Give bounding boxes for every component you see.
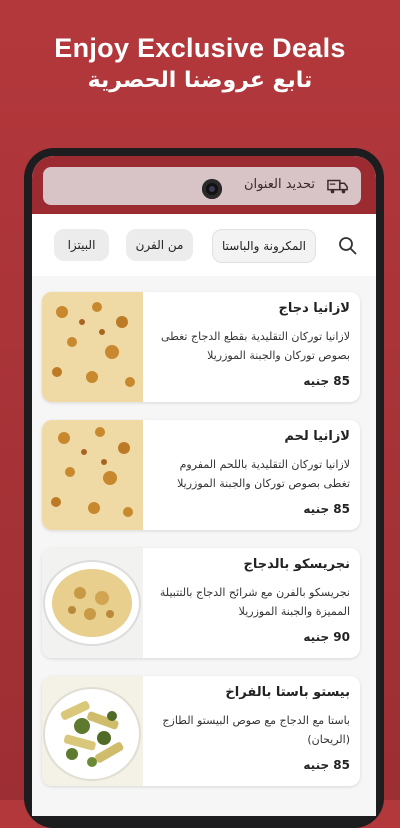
item-description: باستا مع الدجاج مع صوص البيستو الطازج (ا… — [162, 714, 350, 746]
menu-item-card[interactable]: نجريسكو بالدجاج نجريسكو بالفرن مع شرائح … — [42, 548, 360, 658]
category-tabs: المكرونة والباستا من الفرن البيتزا — [32, 214, 376, 276]
app-screen: تحديد العنوان المكرونة والباستا من الفرن… — [32, 156, 376, 816]
chicken-lasagna-image — [42, 292, 143, 402]
item-description: نجريسكو بالفرن مع شرائح الدجاج بالتتبيلة… — [159, 586, 350, 618]
tab-oven[interactable]: من الفرن — [126, 229, 193, 261]
front-camera — [202, 179, 222, 199]
item-description: لازانيا توركان التقليدية باللحم المفروم … — [177, 458, 350, 490]
tab-pasta[interactable]: المكرونة والباستا — [212, 229, 316, 263]
item-title: لازانيا لحم — [284, 429, 350, 444]
item-price: 85 جنيه — [303, 758, 350, 772]
promo-headline-ar: تابع عروضنا الحصرية — [87, 68, 313, 93]
menu-item-card[interactable]: بيستو باستا بالفراخ باستا مع الدجاج مع ص… — [42, 676, 360, 786]
search-icon[interactable] — [338, 236, 358, 256]
item-title: لازانيا دجاج — [278, 301, 350, 316]
item-price: 90 جنيه — [303, 630, 350, 644]
item-description: لازانيا توركان التقليدية بقطع الدجاج تغط… — [160, 330, 350, 362]
item-title: بيستو باستا بالفراخ — [225, 685, 350, 700]
app-header: تحديد العنوان — [32, 156, 376, 214]
item-price: 85 جنيه — [303, 374, 350, 388]
item-price: 85 جنيه — [303, 502, 350, 516]
beef-lasagna-image — [42, 420, 143, 530]
tab-pizza[interactable]: البيتزا — [54, 229, 109, 261]
address-label: تحديد العنوان — [243, 177, 315, 192]
delivery-truck-icon — [327, 179, 348, 194]
item-title: نجريسكو بالدجاج — [243, 557, 350, 572]
promo-headline-en: Enjoy Exclusive Deals — [54, 33, 346, 63]
negresco-chicken-image — [42, 548, 143, 658]
pesto-pasta-image — [42, 676, 143, 786]
menu-item-card[interactable]: لازانيا لحم لازانيا توركان التقليدية بال… — [42, 420, 360, 530]
menu-item-card[interactable]: لازانيا دجاج لازانيا توركان التقليدية بق… — [42, 292, 360, 402]
address-selector[interactable]: تحديد العنوان — [43, 167, 361, 205]
